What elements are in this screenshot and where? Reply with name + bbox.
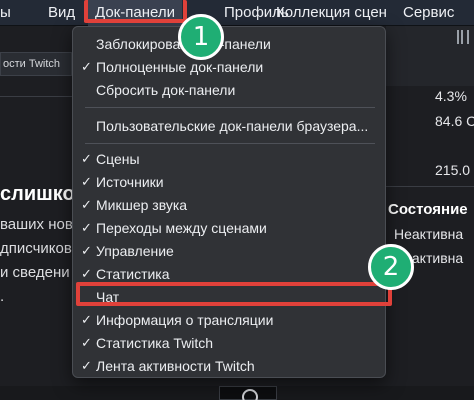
menu-option-twitch-stats[interactable]: ✓ Статистика Twitch [73,332,385,354]
menu-option-scene-transitions[interactable]: ✓ Переходы между сценами [73,217,385,239]
checkmark-icon: ✓ [81,197,92,212]
checkmark-icon: ✓ [81,312,92,327]
menu-option-label: Сцены [96,151,140,167]
menu-option-twitch-activity-feed[interactable]: ✓ Лента активности Twitch [73,355,385,377]
twitch-info-tab[interactable]: ости Twitch [0,52,72,76]
menu-option-stream-info[interactable]: ✓ Информация о трансляции [73,309,385,331]
divider [386,186,474,187]
panel-text-line: и сведени [0,264,70,281]
checkmark-icon: ✓ [81,358,92,373]
menu-option-label: Источники [96,174,164,190]
menu-option-label: Сбросить док-панели [96,82,236,98]
menu-option-scenes[interactable]: ✓ Сцены [73,148,385,170]
menu-option-label: Микшер звука [96,197,188,213]
menu-bar: ы Вид Док-панели Профиль Коллекция сцен … [0,0,474,26]
step-badge-1: 1 [178,14,224,60]
menu-separator [85,107,375,108]
menu-option-lock-docks[interactable]: Заблокировать док-панели [73,33,385,55]
menu-option-controls[interactable]: ✓ Управление [73,240,385,262]
checkmark-icon: ✓ [81,174,92,189]
panel-text-line: . [0,288,5,305]
menu-option-label: Управление [96,243,174,259]
menu-option-label: Пользовательские док-панели браузера... [96,118,369,134]
menu-item-view[interactable]: Вид [48,0,75,26]
menu-option-reset-docks[interactable]: Сбросить док-панели [73,79,385,101]
divider [0,96,72,97]
highlight-box-chat-option [76,282,392,306]
checkmark-icon: ✓ [81,151,92,166]
menu-option-label: Информация о трансляции [96,312,274,328]
obs-logo-icon [219,386,277,400]
menu-option-label: Статистика Twitch [96,335,214,351]
checkmark-icon: ✓ [81,243,92,258]
menu-option-custom-browser-docks[interactable]: Пользовательские док-панели браузера... [73,115,385,137]
checkmark-icon: ✓ [81,59,92,74]
menu-separator [85,143,375,144]
background-left-panel [0,26,72,400]
menu-option-sources[interactable]: ✓ Источники [73,171,385,193]
menu-option-label: Переходы между сценами [96,220,267,236]
highlight-box-docks-menu [84,0,187,23]
menu-option-full-height-docks[interactable]: ✓ Полноценные док-панели [73,56,385,78]
docks-dropdown-menu: Заблокировать док-панели ✓ Полноценные д… [72,26,386,378]
panel-text-line: ваших нов [0,216,72,233]
checkmark-icon: ✓ [81,335,92,350]
menu-option-label: Полноценные док-панели [96,59,264,75]
menu-option-audio-mixer[interactable]: ✓ Микшер звука [73,194,385,216]
panel-heading: слишко [0,183,72,205]
menu-item-partial[interactable]: ы [0,0,11,26]
menu-option-label: Лента активности Twitch [96,358,255,374]
state-column-header: Состояние [388,201,468,218]
stat-value: 84.6 С [435,113,474,129]
menu-item-scene-collection[interactable]: Коллекция сцен [276,0,387,26]
stat-value: 215.0 [435,162,471,178]
panel-resize-handle-icon[interactable] [457,30,469,44]
checkmark-icon: ✓ [81,220,92,235]
menu-item-tools[interactable]: Сервис [403,0,454,26]
stat-value-cpu: 4.3% [435,88,467,104]
state-value: Неактивна [394,226,464,242]
panel-text-line: дписчиков [0,240,72,257]
step-badge-2: 2 [368,244,414,290]
